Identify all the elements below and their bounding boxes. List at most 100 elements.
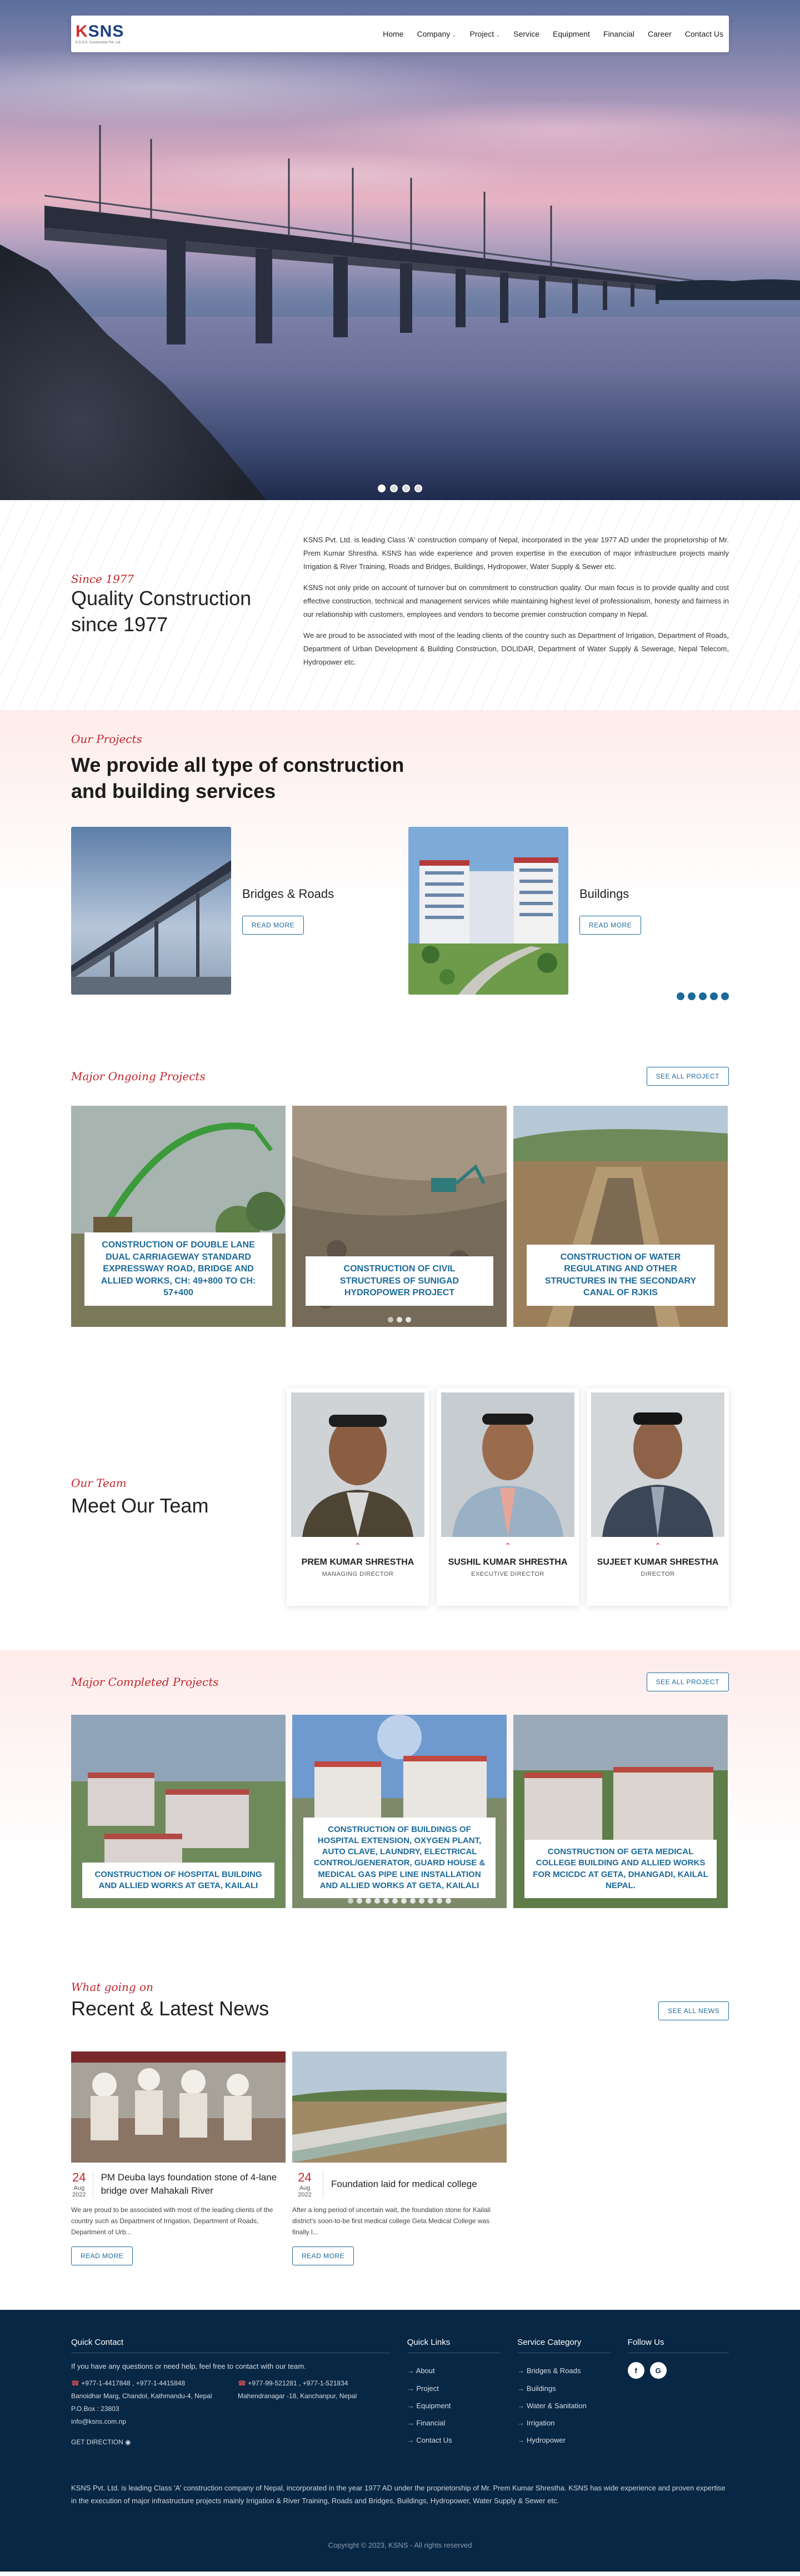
phone-icon: ☎ bbox=[71, 2379, 79, 2388]
news-excerpt: After a long period of uncertain wait, t… bbox=[292, 2206, 491, 2236]
carousel-dot[interactable] bbox=[410, 1898, 416, 1904]
carousel-dot[interactable] bbox=[383, 1898, 389, 1904]
office-phones[interactable]: +977-99-521281 , +977-1-521834 bbox=[248, 2379, 348, 2387]
about-paragraph: KSNS not only pride on account of turnov… bbox=[303, 583, 729, 619]
news-headline[interactable]: PM Deuba lays foundation stone of 4-lane… bbox=[101, 2171, 286, 2198]
chevron-up-icon: ⌃ bbox=[504, 1541, 511, 1551]
menu-career[interactable]: Career bbox=[648, 29, 672, 38]
carousel-dot[interactable] bbox=[366, 1898, 371, 1904]
footer-link[interactable]: Contact Us bbox=[407, 2432, 501, 2449]
member-photo bbox=[441, 1392, 574, 1537]
footer-about: KSNS Pvt. Ltd. is leading Class 'A' cons… bbox=[71, 2484, 726, 2505]
team-kicker: Our Team bbox=[71, 1476, 127, 1490]
menu-company[interactable]: Company bbox=[417, 29, 456, 38]
copyright: Copyright © 2023, KSNS - All rights rese… bbox=[328, 2540, 472, 2549]
menu-home[interactable]: Home bbox=[383, 29, 403, 38]
project-label: CONSTRUCTION OF CIVIL STRUCTURES OF SUNI… bbox=[306, 1256, 493, 1306]
get-direction-link[interactable]: GET DIRECTION ◉ bbox=[71, 2438, 391, 2446]
projects-kicker: Our Projects bbox=[71, 732, 142, 746]
carousel-dot[interactable] bbox=[677, 992, 684, 1001]
footer-link[interactable]: Financial bbox=[407, 2414, 501, 2432]
footer-link[interactable]: Irrigation bbox=[517, 2414, 611, 2432]
member-role: EXECUTIVE DIRECTOR bbox=[471, 1571, 544, 1578]
slider-dot[interactable] bbox=[414, 485, 422, 492]
about-paragraph: KSNS Pvt. Ltd. is leading Class 'A' cons… bbox=[303, 536, 729, 571]
footer-link[interactable]: Bridges & Roads bbox=[517, 2362, 611, 2379]
carousel-dot[interactable] bbox=[710, 992, 718, 1001]
footer-link[interactable]: Buildings bbox=[517, 2380, 611, 2397]
menu-contact-us[interactable]: Contact Us bbox=[685, 29, 723, 38]
ongoing-project-card[interactable]: CONSTRUCTION OF DOUBLE LANE DUAL CARRIAG… bbox=[71, 1106, 286, 1327]
carousel-dot[interactable] bbox=[348, 1898, 353, 1904]
read-more-button[interactable]: READ MORE bbox=[579, 916, 642, 935]
news-kicker: What going on bbox=[71, 1980, 153, 1994]
project-label: CONSTRUCTION OF GETA MEDICAL COLLEGE BUI… bbox=[524, 1840, 717, 1899]
carousel-dot[interactable] bbox=[388, 1317, 393, 1323]
read-more-button[interactable]: READ MORE bbox=[71, 2246, 133, 2266]
footer-link[interactable]: About bbox=[407, 2362, 501, 2379]
news-photo[interactable] bbox=[292, 2051, 507, 2163]
map-pin-icon: ◉ bbox=[125, 2438, 131, 2446]
ongoing-kicker: Major Ongoing Projects bbox=[71, 1070, 206, 1084]
chevron-up-icon: ⌃ bbox=[654, 1541, 661, 1551]
read-more-button[interactable]: READ MORE bbox=[292, 2246, 354, 2266]
office-address: Banoidhar Marg, Chandol, Kathmandu-4, Ne… bbox=[71, 2392, 212, 2400]
footer-link[interactable]: Hydropower bbox=[517, 2432, 611, 2449]
footer-link[interactable]: Equipment bbox=[407, 2397, 501, 2414]
completed-project-card[interactable]: CONSTRUCTION OF HOSPITAL BUILDING AND AL… bbox=[71, 1715, 286, 1909]
carousel-dot[interactable] bbox=[446, 1898, 451, 1904]
read-more-button[interactable]: READ MORE bbox=[242, 916, 304, 935]
carousel-dot[interactable] bbox=[699, 992, 707, 1001]
completed-project-card[interactable]: CONSTRUCTION OF GETA MEDICAL COLLEGE BUI… bbox=[513, 1715, 728, 1909]
google-icon[interactable]: G bbox=[649, 2362, 667, 2379]
project-label: CONSTRUCTION OF BUILDINGS OF HOSPITAL EX… bbox=[303, 1817, 496, 1899]
slider-dot[interactable] bbox=[390, 485, 398, 492]
office-phones[interactable]: +977-1-4417848 , +977-1-4415848 bbox=[81, 2379, 185, 2387]
carousel-dot[interactable] bbox=[428, 1898, 433, 1904]
logo[interactable]: KSNS K.S.N.S. Construction Pvt. Ltd. bbox=[76, 22, 124, 45]
see-all-news-button[interactable]: SEE ALL NEWS bbox=[658, 2001, 729, 2021]
about-title: Quality Construction since 1977 bbox=[71, 587, 252, 636]
carousel-dot[interactable] bbox=[437, 1898, 442, 1904]
quick-contact-text: If you have any questions or need help, … bbox=[71, 2362, 306, 2371]
carousel-dot[interactable] bbox=[419, 1898, 424, 1904]
member-role: MANAGING DIRECTOR bbox=[322, 1571, 394, 1578]
carousel-dot[interactable] bbox=[406, 1317, 411, 1323]
news-date: 24 Aug 2022 bbox=[71, 2170, 93, 2199]
menu-service[interactable]: Service bbox=[513, 29, 539, 38]
footer-link[interactable]: Water & Sanitation bbox=[517, 2397, 611, 2414]
project-card-buildings: Buildings READ MORE bbox=[408, 827, 729, 995]
carousel-dot[interactable] bbox=[374, 1898, 380, 1904]
projects-section: Our Projects We provide all type of cons… bbox=[0, 710, 800, 1034]
projects-title: We provide all type of construction and … bbox=[71, 753, 404, 803]
footer-heading: Service Category bbox=[517, 2338, 611, 2354]
logo-mark: KSNS bbox=[76, 22, 124, 41]
office-email[interactable]: info@ksns.com.np bbox=[71, 2415, 221, 2428]
menu-financial[interactable]: Financial bbox=[603, 29, 634, 38]
ongoing-project-card[interactable]: CONSTRUCTION OF CIVIL STRUCTURES OF SUNI… bbox=[292, 1106, 507, 1327]
menu-equipment[interactable]: Equipment bbox=[553, 29, 590, 38]
carousel-dot[interactable] bbox=[721, 992, 729, 1001]
see-all-project-button[interactable]: SEE ALL PROJECT bbox=[646, 1067, 729, 1086]
slider-dot[interactable] bbox=[378, 485, 386, 492]
see-all-project-button[interactable]: SEE ALL PROJECT bbox=[646, 1673, 729, 1692]
carousel-dot[interactable] bbox=[397, 1317, 402, 1323]
news-photo[interactable] bbox=[71, 2051, 286, 2163]
project-card-bridges: Bridges & Roads READ MORE bbox=[71, 827, 392, 995]
facebook-icon[interactable]: f bbox=[627, 2362, 644, 2379]
carousel-dot[interactable] bbox=[392, 1898, 398, 1904]
carousel-dot[interactable] bbox=[357, 1898, 362, 1904]
carousel-dot[interactable] bbox=[401, 1898, 407, 1904]
team-member-card[interactable]: ⌃ PREM KUMAR SHRESTHA MANAGING DIRECTOR bbox=[287, 1388, 429, 1606]
phone-icon: ☎ bbox=[238, 2379, 246, 2388]
menu-project[interactable]: Project bbox=[470, 29, 501, 38]
footer-link[interactable]: Project bbox=[407, 2380, 501, 2397]
slider-dot[interactable] bbox=[402, 485, 410, 492]
carousel-dot[interactable] bbox=[688, 992, 696, 1001]
completed-project-card[interactable]: CONSTRUCTION OF BUILDINGS OF HOSPITAL EX… bbox=[292, 1715, 507, 1909]
team-member-card[interactable]: ⌃ SUJEET KUMAR SHRESTHA DIRECTOR bbox=[587, 1388, 729, 1606]
about-kicker: Since 1977 bbox=[71, 572, 134, 586]
team-member-card[interactable]: ⌃ SUSHIL KUMAR SHRESTHA EXECUTIVE DIRECT… bbox=[437, 1388, 579, 1606]
news-headline[interactable]: Foundation laid for medical college bbox=[331, 2178, 477, 2191]
ongoing-project-card[interactable]: CONSTRUCTION OF WATER REGULATING AND OTH… bbox=[513, 1106, 728, 1327]
